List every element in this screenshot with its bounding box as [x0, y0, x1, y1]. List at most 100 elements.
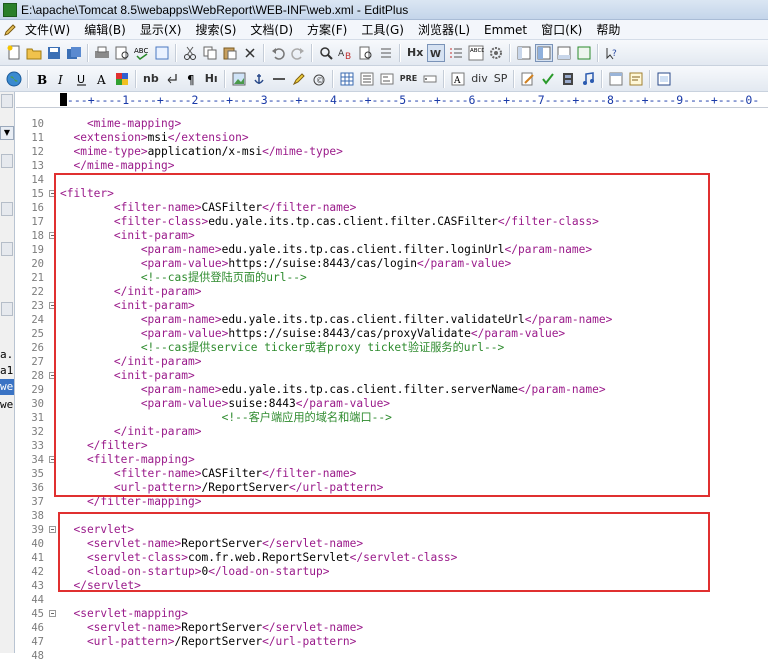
menu-edit[interactable]: 编辑(B): [77, 21, 133, 39]
column-select-icon[interactable]: ABCD: [467, 44, 485, 62]
globe-icon[interactable]: [5, 70, 23, 88]
separator: [311, 43, 313, 62]
menu-search[interactable]: 搜索(S): [188, 21, 243, 39]
bold-icon[interactable]: B: [33, 70, 51, 88]
film-icon[interactable]: [559, 70, 577, 88]
print-icon[interactable]: [93, 44, 111, 62]
svg-text:A: A: [453, 76, 461, 86]
sidebar-scroll-up-arrow[interactable]: [1, 94, 13, 108]
fold-toggle-icon[interactable]: [49, 526, 56, 533]
nbsp-button[interactable]: nb: [141, 70, 161, 88]
code-line[interactable]: 13 </mime-mapping>: [16, 159, 768, 173]
form-icon[interactable]: [378, 70, 396, 88]
delete-icon[interactable]: [241, 44, 259, 62]
font-icon[interactable]: A: [93, 70, 111, 88]
line-number: 18: [31, 230, 44, 242]
html-header-button[interactable]: Hx: [405, 44, 425, 62]
menu-bar: 文件(W) 编辑(B) 显示(X) 搜索(S) 文档(D) 方案(F) 工具(G…: [0, 20, 768, 40]
cliptext-window-icon[interactable]: [515, 44, 533, 62]
underline-icon[interactable]: U: [73, 70, 91, 88]
code-line[interactable]: 45 <servlet-mapping>: [16, 607, 768, 621]
menu-tools[interactable]: 工具(G): [354, 21, 411, 39]
menu-file[interactable]: 文件(W): [18, 21, 77, 39]
heading-button[interactable]: Hı: [203, 70, 220, 88]
settings-gear-icon[interactable]: [487, 44, 505, 62]
line-number: 13: [31, 160, 44, 172]
sidebar-scroll-arrow[interactable]: [1, 242, 13, 256]
validate-check-icon[interactable]: [539, 70, 557, 88]
word-wrap-icon[interactable]: W: [427, 43, 446, 62]
sidebar-file-item[interactable]: a.ja: [0, 347, 14, 363]
font-tag-icon[interactable]: A: [449, 70, 467, 88]
sidebar-scroll-arrow[interactable]: [1, 202, 13, 216]
line-number: 46: [31, 622, 44, 634]
menu-emmet[interactable]: Emmet: [477, 21, 534, 39]
paste-icon[interactable]: [221, 44, 239, 62]
html-toolbar-icon[interactable]: [153, 44, 171, 62]
browser-preview-icon[interactable]: [575, 44, 593, 62]
window-layout-icon[interactable]: [607, 70, 625, 88]
svg-text:¶: ¶: [187, 73, 195, 86]
marker-icon[interactable]: [290, 70, 308, 88]
italic-icon[interactable]: I: [53, 70, 71, 88]
print-preview-icon[interactable]: [113, 44, 131, 62]
output-window-icon[interactable]: [555, 44, 573, 62]
sidebar-file-item-selected[interactable]: we: [0, 379, 14, 395]
menu-view[interactable]: 显示(X): [133, 21, 189, 39]
span-button[interactable]: SP: [492, 70, 510, 88]
sidebar-scroll-down-arrow[interactable]: [1, 302, 13, 316]
open-folder-icon[interactable]: [25, 44, 43, 62]
directory-window-icon[interactable]: [535, 43, 554, 62]
cut-icon[interactable]: [181, 44, 199, 62]
input-field-icon[interactable]: [421, 70, 439, 88]
special-char-icon[interactable]: ©: [310, 70, 328, 88]
menu-document[interactable]: 文档(D): [243, 21, 300, 39]
code-line[interactable]: 47 <url-pattern>/ReportServer</url-patte…: [16, 635, 768, 649]
image-icon[interactable]: [230, 70, 248, 88]
code-line[interactable]: 46 <servlet-name>ReportServer</servlet-n…: [16, 621, 768, 635]
code-text: <servlet-name>ReportServer</servlet-name…: [60, 621, 363, 635]
template-icon[interactable]: [627, 70, 645, 88]
sidebar-file-item[interactable]: a1.: [0, 363, 14, 379]
save-icon[interactable]: [45, 44, 63, 62]
copy-icon[interactable]: [201, 44, 219, 62]
line-break-icon[interactable]: [163, 70, 181, 88]
new-file-icon[interactable]: [5, 44, 23, 62]
css-edit-icon[interactable]: [519, 70, 537, 88]
drive-dropdown[interactable]: ▼: [0, 126, 14, 140]
code-line[interactable]: 48: [16, 649, 768, 663]
code-line[interactable]: 44: [16, 593, 768, 607]
sidebar-file-item[interactable]: we: [0, 397, 14, 413]
help-icon[interactable]: ?: [603, 44, 621, 62]
pre-button[interactable]: PRE: [398, 70, 420, 88]
replace-icon[interactable]: AB: [337, 44, 355, 62]
code-line[interactable]: 37 </filter-mapping>: [16, 495, 768, 509]
spell-check-icon[interactable]: ABC: [133, 44, 151, 62]
find-icon[interactable]: [317, 44, 335, 62]
browser-icon[interactable]: [655, 70, 673, 88]
goto-line-icon[interactable]: [377, 44, 395, 62]
menu-project[interactable]: 方案(F): [300, 21, 354, 39]
code-line[interactable]: 10 <mime-mapping>: [16, 117, 768, 131]
code-line[interactable]: 12 <mime-type>application/x-msi</mime-ty…: [16, 145, 768, 159]
paragraph-icon[interactable]: ¶: [183, 70, 201, 88]
menu-window[interactable]: 窗口(K): [534, 21, 589, 39]
redo-icon[interactable]: [289, 44, 307, 62]
save-all-icon[interactable]: [65, 44, 83, 62]
find-in-files-icon[interactable]: [357, 44, 375, 62]
menu-help[interactable]: 帮助: [589, 21, 627, 39]
anchor-icon[interactable]: [250, 70, 268, 88]
sidebar-scroll-arrow[interactable]: [1, 154, 13, 168]
div-button[interactable]: div: [469, 70, 490, 88]
svg-text:A: A: [96, 73, 106, 86]
table-icon[interactable]: [338, 70, 356, 88]
fold-toggle-icon[interactable]: [49, 610, 56, 617]
music-note-icon[interactable]: [579, 70, 597, 88]
undo-icon[interactable]: [269, 44, 287, 62]
code-line[interactable]: 11 <extension>msi</extension>: [16, 131, 768, 145]
line-numbers-icon[interactable]: [447, 44, 465, 62]
menu-browser[interactable]: 浏览器(L): [411, 21, 477, 39]
list-icon[interactable]: [358, 70, 376, 88]
color-palette-icon[interactable]: [113, 70, 131, 88]
horizontal-rule-icon[interactable]: [270, 70, 288, 88]
